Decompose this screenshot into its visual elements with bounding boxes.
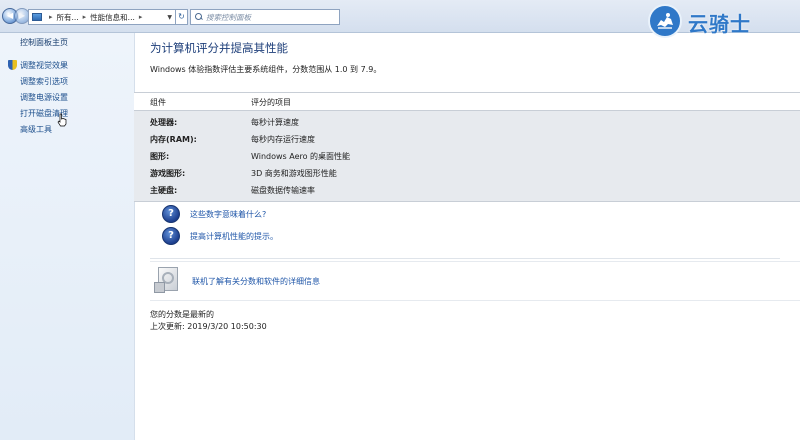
sidebar-item-advanced-tools[interactable]: 高级工具 bbox=[20, 124, 52, 135]
score-table: 组件 评分的项目 处理器: 每秒计算速度 内存(RAM): 每秒内存运行速度 图… bbox=[134, 92, 800, 202]
component-cell: 主硬盘: bbox=[150, 186, 178, 195]
table-row: 内存(RAM): 每秒内存运行速度 bbox=[134, 130, 800, 147]
page-title: 为计算机评分并提高其性能 bbox=[150, 41, 288, 55]
search-box[interactable] bbox=[190, 9, 340, 25]
header-rated-item: 评分的项目 bbox=[251, 98, 291, 107]
table-row: 主硬盘: 磁盘数据传输速率 bbox=[134, 181, 800, 198]
table-row: 处理器: 每秒计算速度 bbox=[134, 113, 800, 130]
item-cell: 每秒内存运行速度 bbox=[251, 135, 315, 144]
section-divider bbox=[150, 258, 780, 259]
breadcrumb-all-items[interactable]: 所有... bbox=[57, 12, 79, 23]
breadcrumb-performance[interactable]: 性能信息和... bbox=[90, 12, 135, 23]
page-subtitle: Windows 体验指数评估主要系统组件，分数范围从 1.0 到 7.9。 bbox=[150, 65, 382, 74]
breadcrumb-separator-icon: ▸ bbox=[82, 13, 87, 21]
item-cell: 磁盘数据传输速率 bbox=[251, 186, 315, 195]
search-icon bbox=[195, 13, 203, 21]
help-link-numbers[interactable]: ? 这些数字意味着什么? bbox=[162, 205, 266, 223]
component-cell: 图形: bbox=[150, 152, 170, 161]
help-question-icon: ? bbox=[162, 205, 180, 223]
breadcrumb-separator-icon: ▸ bbox=[138, 13, 143, 21]
breadcrumb-separator-icon: ▸ bbox=[49, 13, 53, 21]
component-cell: 内存(RAM): bbox=[150, 135, 197, 144]
shield-icon bbox=[8, 60, 17, 70]
chevron-down-icon[interactable]: ▼ bbox=[167, 14, 172, 21]
online-info-link[interactable]: 联机了解有关分数和软件的详细信息 bbox=[192, 276, 320, 287]
table-body: 处理器: 每秒计算速度 内存(RAM): 每秒内存运行速度 图形: Window… bbox=[134, 111, 800, 202]
item-cell: 3D 商务和游戏图形性能 bbox=[251, 169, 337, 178]
score-status: 您的分数是最新的 bbox=[150, 310, 214, 319]
main-content: 为计算机评分并提高其性能 Windows 体验指数评估主要系统组件，分数范围从 … bbox=[134, 33, 800, 440]
sidebar-item-power[interactable]: 调整电源设置 bbox=[20, 92, 68, 103]
item-cell: Windows Aero 的桌面性能 bbox=[251, 152, 351, 161]
help-link-tips[interactable]: ? 提高计算机性能的提示。 bbox=[162, 227, 278, 245]
sidebar-item-label: 调整视觉效果 bbox=[20, 61, 68, 70]
hand-cursor-icon bbox=[57, 113, 67, 127]
sidebar: 控制面板主页 调整视觉效果 调整索引选项 调整电源设置 打开磁盘清理 高级工具 bbox=[0, 33, 135, 440]
help-link-label[interactable]: 这些数字意味着什么? bbox=[190, 209, 266, 220]
table-row: 图形: Windows Aero 的桌面性能 bbox=[134, 147, 800, 164]
component-cell: 处理器: bbox=[150, 118, 178, 127]
component-cell: 游戏图形: bbox=[150, 169, 186, 178]
refresh-icon[interactable]: ↻ bbox=[176, 9, 188, 25]
sidebar-item-indexing[interactable]: 调整索引选项 bbox=[20, 76, 68, 87]
help-question-icon: ? bbox=[162, 227, 180, 245]
last-update: 上次更新: 2019/3/20 10:50:30 bbox=[150, 322, 267, 331]
item-cell: 每秒计算速度 bbox=[251, 118, 299, 127]
help-link-label[interactable]: 提高计算机性能的提示。 bbox=[190, 231, 278, 242]
table-row: 游戏图形: 3D 商务和游戏图形性能 bbox=[134, 164, 800, 181]
address-field[interactable]: ▸ 所有... ▸ 性能信息和... ▸ ▼ bbox=[28, 9, 176, 25]
software-disc-icon bbox=[154, 267, 178, 293]
search-input[interactable] bbox=[206, 12, 326, 22]
sidebar-home-link[interactable]: 控制面板主页 bbox=[20, 37, 68, 48]
sidebar-item-visual-effects[interactable]: 调整视觉效果 bbox=[8, 60, 68, 71]
control-panel-icon bbox=[32, 13, 42, 21]
nav-buttons: ◀ ▶ bbox=[2, 5, 30, 27]
online-info-box: 联机了解有关分数和软件的详细信息 bbox=[150, 261, 800, 301]
header-component: 组件 bbox=[150, 98, 166, 107]
table-header: 组件 评分的项目 bbox=[134, 92, 800, 111]
